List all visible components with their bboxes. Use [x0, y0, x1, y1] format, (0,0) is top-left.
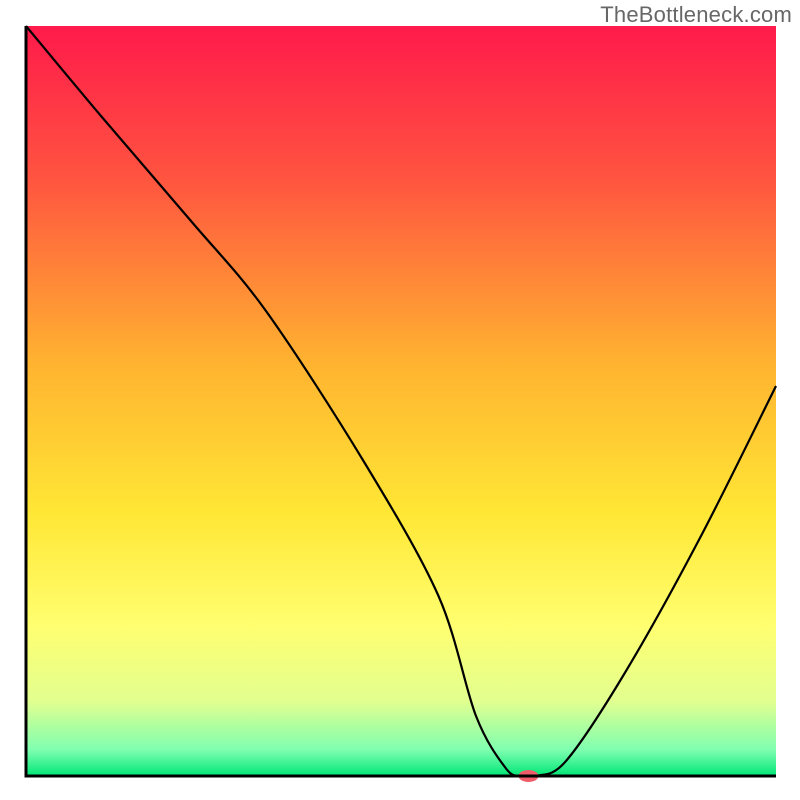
chart-svg	[0, 0, 800, 800]
bottleneck-chart: TheBottleneck.com	[0, 0, 800, 800]
watermark-text: TheBottleneck.com	[600, 2, 792, 28]
plot-background	[26, 26, 776, 776]
